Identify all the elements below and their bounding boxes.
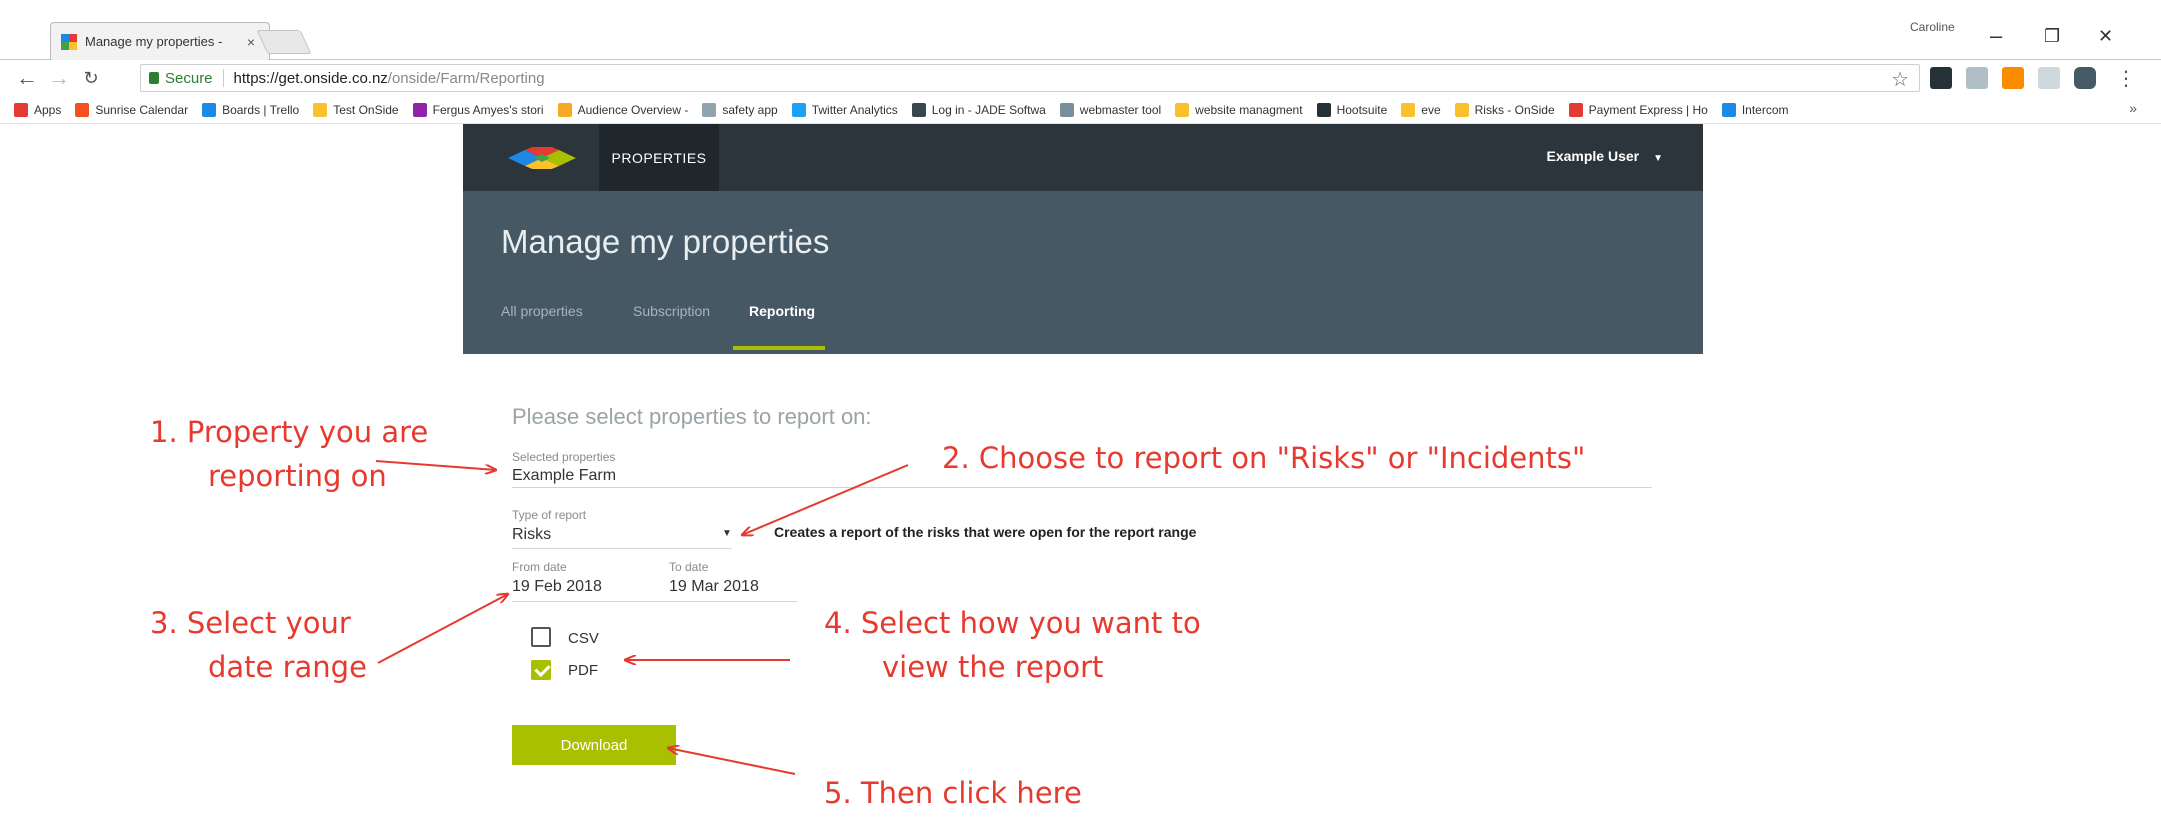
arrow-step-1 bbox=[375, 460, 496, 470]
arrow-step-3 bbox=[377, 594, 508, 664]
arrow-step-5 bbox=[668, 748, 796, 775]
annotation-arrows bbox=[375, 460, 909, 775]
arrow-step-2 bbox=[742, 464, 909, 535]
